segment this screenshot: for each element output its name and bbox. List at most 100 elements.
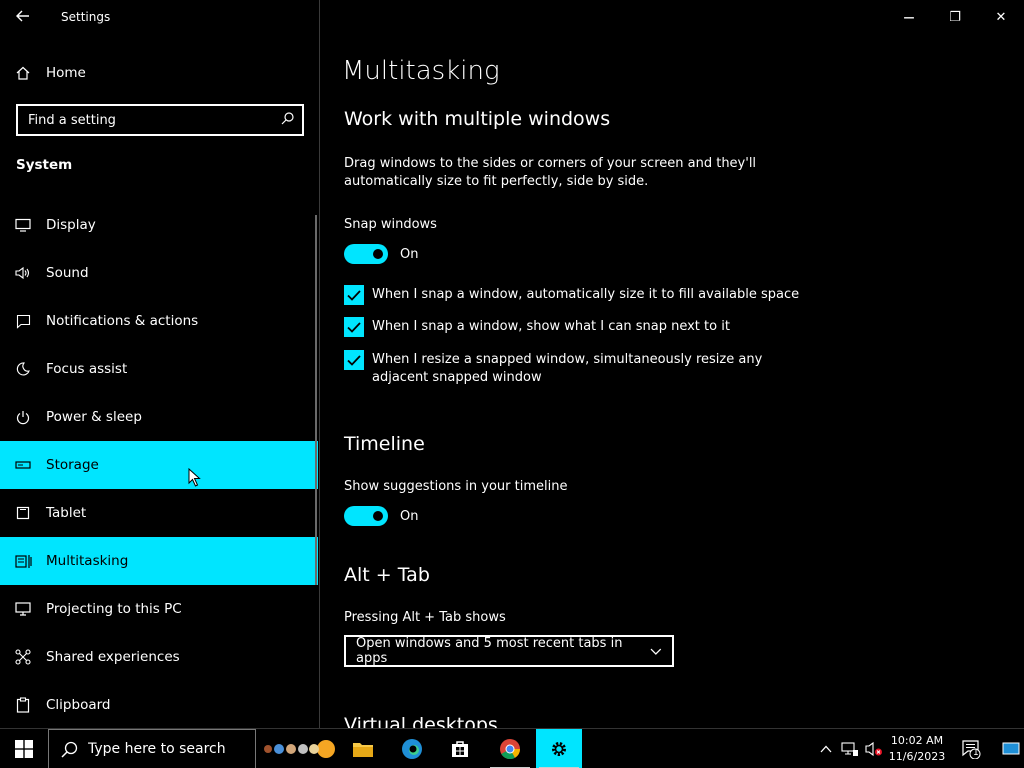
sidebar-item-label: Tablet bbox=[46, 505, 87, 521]
chevron-up-icon bbox=[820, 745, 832, 753]
sidebar-item-storage[interactable]: Storage bbox=[0, 441, 318, 489]
sidebar-item-label: Projecting to this PC bbox=[46, 601, 182, 617]
power-icon bbox=[0, 410, 46, 425]
chevron-down-icon bbox=[650, 648, 662, 655]
taskbar-edge[interactable] bbox=[389, 729, 435, 768]
fill-space-label: When I snap a window, automatically size… bbox=[372, 287, 800, 302]
snap-windows-toggle[interactable] bbox=[344, 244, 388, 264]
back-button[interactable] bbox=[0, 0, 46, 34]
display-icon bbox=[0, 218, 46, 232]
clipboard-icon bbox=[0, 697, 46, 713]
timeline-suggestions-label: Show suggestions in your timeline bbox=[344, 479, 568, 494]
sidebar-item-focus-assist[interactable]: Focus assist bbox=[0, 345, 318, 393]
gear-icon bbox=[552, 742, 566, 756]
notification-count: 1 bbox=[973, 748, 979, 758]
section-label-system: System bbox=[16, 157, 73, 173]
find-setting-input[interactable] bbox=[28, 112, 258, 128]
find-setting-search[interactable] bbox=[16, 104, 304, 136]
clock-date: 11/6/2023 bbox=[888, 750, 946, 763]
checkmark-icon bbox=[347, 321, 361, 333]
snap-windows-state: On bbox=[400, 246, 419, 262]
sidebar-item-label: Multitasking bbox=[46, 553, 129, 569]
taskbar-store[interactable] bbox=[437, 729, 483, 768]
sidebar-item-tablet[interactable]: Tablet bbox=[0, 489, 318, 537]
sidebar-item-label: Shared experiences bbox=[46, 649, 180, 665]
sidebar-item-notifications[interactable]: Notifications & actions bbox=[0, 297, 318, 345]
taskbar-chrome[interactable] bbox=[487, 729, 533, 768]
sidebar-item-clipboard[interactable]: Clipboard bbox=[0, 681, 318, 729]
home-label: Home bbox=[46, 65, 86, 81]
back-arrow-icon bbox=[16, 7, 30, 27]
sidebar-item-label: Storage bbox=[46, 457, 99, 473]
sound-icon bbox=[0, 266, 46, 280]
page-title: Multitasking bbox=[342, 56, 500, 86]
restore-button[interactable]: ❐ bbox=[932, 0, 978, 34]
checkmark-icon bbox=[347, 289, 361, 301]
search-highlight-widget[interactable] bbox=[260, 733, 336, 765]
section-heading-alt-tab: Alt + Tab bbox=[344, 564, 430, 586]
taskbar-search[interactable] bbox=[48, 729, 256, 768]
timeline-suggestions-toggle[interactable] bbox=[344, 506, 388, 526]
show-desktop-button[interactable] bbox=[998, 729, 1024, 768]
section-heading-virtual-desktops: Virtual desktops bbox=[344, 714, 498, 728]
close-button[interactable]: ✕ bbox=[978, 0, 1024, 34]
sidebar-item-label: Clipboard bbox=[46, 697, 111, 713]
sidebar-item-projecting[interactable]: Projecting to this PC bbox=[0, 585, 318, 633]
tray-volume[interactable] bbox=[862, 729, 886, 768]
sidebar-nav-list: Display Sound Notifications & actions Fo… bbox=[0, 201, 320, 729]
restore-icon: ❐ bbox=[949, 9, 961, 25]
taskbar-search-input[interactable] bbox=[88, 741, 248, 757]
alt-tab-selected-value: Open windows and 5 most recent tabs in a… bbox=[356, 636, 623, 666]
edge-icon bbox=[402, 739, 422, 759]
moon-icon bbox=[0, 362, 46, 376]
close-icon: ✕ bbox=[995, 9, 1007, 25]
tray-show-hidden[interactable] bbox=[814, 729, 838, 768]
sidebar-scrollbar[interactable] bbox=[315, 215, 317, 585]
snap-option-resize-adjacent[interactable]: When I resize a snapped window, simultan… bbox=[344, 350, 764, 387]
taskbar-file-explorer[interactable] bbox=[340, 729, 386, 768]
action-center-button[interactable]: 1 bbox=[956, 729, 986, 768]
sidebar: Settings Home System Display Sound bbox=[0, 0, 320, 728]
snap-option-show-next[interactable]: When I snap a window, show what I can sn… bbox=[344, 317, 804, 337]
section-heading-timeline: Timeline bbox=[344, 433, 425, 455]
minimize-button[interactable]: — bbox=[886, 0, 932, 34]
show-next-checkbox[interactable] bbox=[344, 317, 364, 337]
sidebar-item-shared-experiences[interactable]: Shared experiences bbox=[0, 633, 318, 681]
notifications-icon bbox=[0, 314, 46, 329]
resize-adjacent-checkbox[interactable] bbox=[344, 350, 364, 370]
store-icon bbox=[452, 741, 468, 757]
sidebar-item-power-sleep[interactable]: Power & sleep bbox=[0, 393, 318, 441]
section-heading-windows: Work with multiple windows bbox=[344, 108, 611, 130]
network-icon bbox=[841, 742, 858, 756]
timeline-toggle-row: On bbox=[344, 506, 418, 526]
sidebar-item-label: Power & sleep bbox=[46, 409, 142, 425]
sidebar-item-label: Focus assist bbox=[46, 361, 128, 377]
fill-space-checkbox[interactable] bbox=[344, 285, 364, 305]
search-icon[interactable] bbox=[281, 111, 294, 129]
clock-time: 10:02 AM bbox=[890, 734, 944, 747]
sidebar-item-home[interactable]: Home bbox=[0, 52, 320, 94]
window-controls: — ❐ ✕ bbox=[886, 0, 1024, 34]
checkmark-icon bbox=[347, 354, 361, 366]
multitasking-icon bbox=[0, 554, 46, 569]
taskbar-clock[interactable]: 10:02 AM 11/6/2023 bbox=[888, 733, 946, 765]
title-bar: Settings bbox=[0, 0, 319, 34]
sidebar-item-display[interactable]: Display bbox=[0, 201, 318, 249]
tablet-icon bbox=[0, 506, 46, 520]
tray-network[interactable] bbox=[838, 729, 862, 768]
volume-muted-icon bbox=[865, 741, 882, 757]
alt-tab-dropdown[interactable]: Open windows and 5 most recent tabs in a… bbox=[344, 635, 674, 667]
taskbar-settings[interactable] bbox=[536, 729, 582, 768]
windows-logo-icon bbox=[15, 740, 33, 758]
snap-windows-toggle-row: On bbox=[344, 244, 418, 264]
snap-option-fill-space[interactable]: When I snap a window, automatically size… bbox=[344, 285, 804, 305]
sidebar-item-multitasking[interactable]: Multitasking bbox=[0, 537, 318, 585]
start-button[interactable] bbox=[0, 729, 48, 768]
app-title: Settings bbox=[61, 10, 111, 24]
sidebar-item-label: Notifications & actions bbox=[46, 313, 199, 329]
search-icon bbox=[61, 741, 78, 758]
shared-icon bbox=[0, 649, 46, 665]
sidebar-item-sound[interactable]: Sound bbox=[0, 249, 318, 297]
home-icon bbox=[0, 66, 46, 80]
minimize-icon: — bbox=[903, 10, 915, 24]
